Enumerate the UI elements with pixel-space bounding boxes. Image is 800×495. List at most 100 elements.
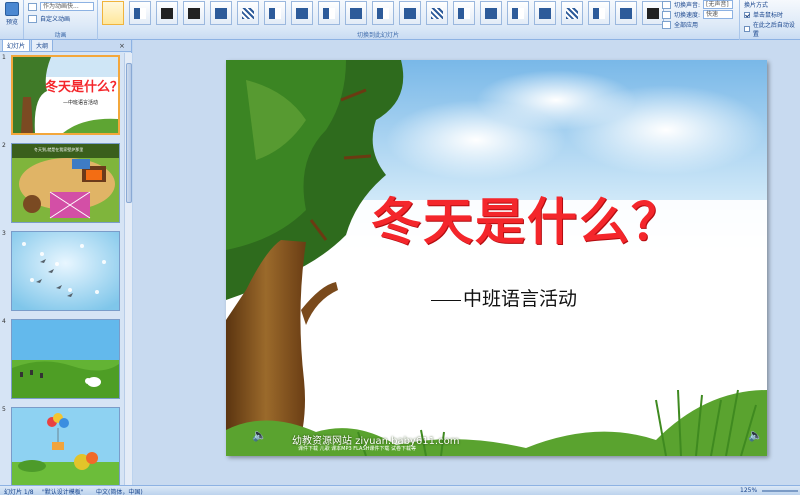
animation-group: 作为动画快... 自定义动画 动画 xyxy=(24,0,98,40)
slide-thumbnail-4-image xyxy=(11,319,120,399)
slide-thumbnail-3-image xyxy=(11,231,120,311)
slide-thumbnail-5[interactable]: 5 xyxy=(0,405,124,485)
transition-1[interactable] xyxy=(129,1,151,25)
transition-12[interactable] xyxy=(426,1,448,25)
custom-animation-button[interactable]: 自定义动画 xyxy=(40,14,70,23)
transition-9[interactable] xyxy=(345,1,367,25)
transition-18[interactable] xyxy=(588,1,610,25)
slide-thumbnail-1-image: 冬天是什么？ —中班语言活动 xyxy=(11,55,120,135)
slide-2-caption: 冬天到,就是在我家壁炉那里 xyxy=(34,147,84,152)
animation-dropdown[interactable]: 作为动画快... xyxy=(40,2,94,11)
transition-7[interactable] xyxy=(291,1,313,25)
sound-icon xyxy=(662,0,671,9)
transition-9-icon xyxy=(350,8,362,19)
slide-2-preview-icon xyxy=(12,144,119,222)
transition-15[interactable] xyxy=(507,1,529,25)
transition-16-icon xyxy=(539,8,551,19)
transition-6[interactable] xyxy=(264,1,286,25)
slide-thumbnail-2[interactable]: 2 冬天到,就是在我家壁炉那里 xyxy=(0,141,124,225)
transition-14-icon xyxy=(485,8,497,19)
transition-8-icon xyxy=(323,8,335,19)
transition-17[interactable] xyxy=(561,1,583,25)
speaker-left-icon[interactable]: 🔈 xyxy=(252,428,267,442)
svg-text:冬天是什么？: 冬天是什么？ xyxy=(45,79,118,95)
transition-7-icon xyxy=(296,8,308,19)
close-icon[interactable]: × xyxy=(119,42,125,50)
transition-13-icon xyxy=(458,8,470,19)
scroll-thumb[interactable] xyxy=(126,63,132,203)
transition-gallery xyxy=(102,1,664,25)
transition-11-icon xyxy=(404,8,416,19)
transition-settings-group: 切换声音: [无声音] 切换速度: 快速 全部应用 xyxy=(660,0,740,40)
apply-all-button[interactable]: 全部应用 xyxy=(674,20,698,29)
slide-thumbnail-2-image: 冬天到,就是在我家壁炉那里 xyxy=(11,143,120,223)
transition-3-icon xyxy=(188,8,200,19)
transition-12-icon xyxy=(431,8,443,19)
apply-all-icon xyxy=(662,20,671,29)
preview-group: 预览 xyxy=(0,0,24,40)
tab-outline[interactable]: 大纲 xyxy=(31,39,54,51)
theme-name: "默认设计模板" xyxy=(42,489,84,495)
slide-title[interactable]: 冬天是什么？ xyxy=(371,182,683,254)
on-click-checkbox[interactable] xyxy=(744,11,750,18)
transition-10[interactable] xyxy=(372,1,394,25)
slide-4-preview-icon xyxy=(12,320,119,398)
transition-11[interactable] xyxy=(399,1,421,25)
transition-19[interactable] xyxy=(615,1,637,25)
transition-1-icon xyxy=(134,8,146,19)
current-slide[interactable]: 冬天是什么？ 中班语言活动 🔈 🔈 幼教资源网站 ziyuan.baby611.… xyxy=(226,60,767,456)
slide-workspace: 冬天是什么？ 中班语言活动 🔈 🔈 幼教资源网站 ziyuan.baby611.… xyxy=(133,40,800,485)
tab-slides[interactable]: 幻灯片 xyxy=(2,39,31,51)
slide-subtitle[interactable]: 中班语言活动 xyxy=(431,284,577,311)
slide-3-preview-icon xyxy=(12,232,119,310)
slide-background-icon xyxy=(226,60,767,456)
animation-icon xyxy=(28,2,37,11)
transition-10-icon xyxy=(377,8,389,19)
transition-6-icon xyxy=(269,8,281,19)
transition-sound-dropdown[interactable]: [无声音] xyxy=(703,0,734,9)
transition-none[interactable] xyxy=(102,1,124,25)
language-indicator[interactable]: 中文(简体，中国) xyxy=(96,487,143,495)
speed-icon xyxy=(662,10,671,19)
transition-speed-dropdown[interactable]: 快速 xyxy=(703,10,734,19)
slide-thumbnail-3[interactable]: 3 xyxy=(0,229,124,313)
panel-tabs: 幻灯片 大纲 xyxy=(0,39,131,52)
slide-count: 幻灯片 1/8 xyxy=(4,489,34,495)
transition-3[interactable] xyxy=(183,1,205,25)
transition-14[interactable] xyxy=(480,1,502,25)
slide-thumbnail-4[interactable]: 4 xyxy=(0,317,124,401)
slide-1-preview-icon: 冬天是什么？ —中班语言活动 xyxy=(13,57,118,133)
zoom-level[interactable]: 125% xyxy=(740,487,757,494)
transition-18-icon xyxy=(593,8,605,19)
ribbon: 预览 作为动画快... 自定义动画 动画 切换到此幻灯片 切换声音: [无声音]… xyxy=(0,0,800,40)
transition-19-icon xyxy=(620,8,632,19)
transition-17-icon xyxy=(566,8,578,19)
slides-panel: 幻灯片 大纲 × 1 冬天是什么？ —中班语言活动 2 冬天到,就是在我家壁炉那… xyxy=(0,39,132,485)
transition-2[interactable] xyxy=(156,1,178,25)
footer-subtext: 课件下载 儿歌 课本MP3 FLASH课件下载 试卷下载等 xyxy=(298,446,417,452)
preview-icon xyxy=(5,2,19,16)
panel-scrollbar[interactable] xyxy=(124,53,132,485)
transition-5[interactable] xyxy=(237,1,259,25)
auto-after-checkbox[interactable] xyxy=(744,26,750,32)
speaker-right-icon[interactable]: 🔈 xyxy=(748,428,763,442)
transition-13[interactable] xyxy=(453,1,475,25)
custom-animation-icon xyxy=(28,14,37,23)
transition-8[interactable] xyxy=(318,1,340,25)
slide-thumbnail-1[interactable]: 1 冬天是什么？ —中班语言活动 xyxy=(0,53,124,137)
slide-5-preview-icon xyxy=(12,408,119,485)
slide-thumbnail-5-image xyxy=(11,407,120,485)
svg-text:—中班语言活动: —中班语言活动 xyxy=(63,99,98,106)
preview-button[interactable]: 预览 xyxy=(3,2,21,26)
transition-4[interactable] xyxy=(210,1,232,25)
transition-5-icon xyxy=(242,8,254,19)
status-bar: 幻灯片 1/8 "默认设计模板" 中文(简体，中国) 125% xyxy=(0,485,800,495)
slide-thumbnail-list: 1 冬天是什么？ —中班语言活动 2 冬天到,就是在我家壁炉那里 3 4 5 xyxy=(0,53,124,485)
zoom-slider[interactable] xyxy=(762,490,798,492)
transition-20-icon xyxy=(647,8,659,19)
transition-16[interactable] xyxy=(534,1,556,25)
transition-2-icon xyxy=(161,8,173,19)
advance-group: 换片方式 单击鼠标时 在此之后自动设置 xyxy=(744,2,795,38)
transition-4-icon xyxy=(215,8,227,19)
transition-15-icon xyxy=(512,8,524,19)
